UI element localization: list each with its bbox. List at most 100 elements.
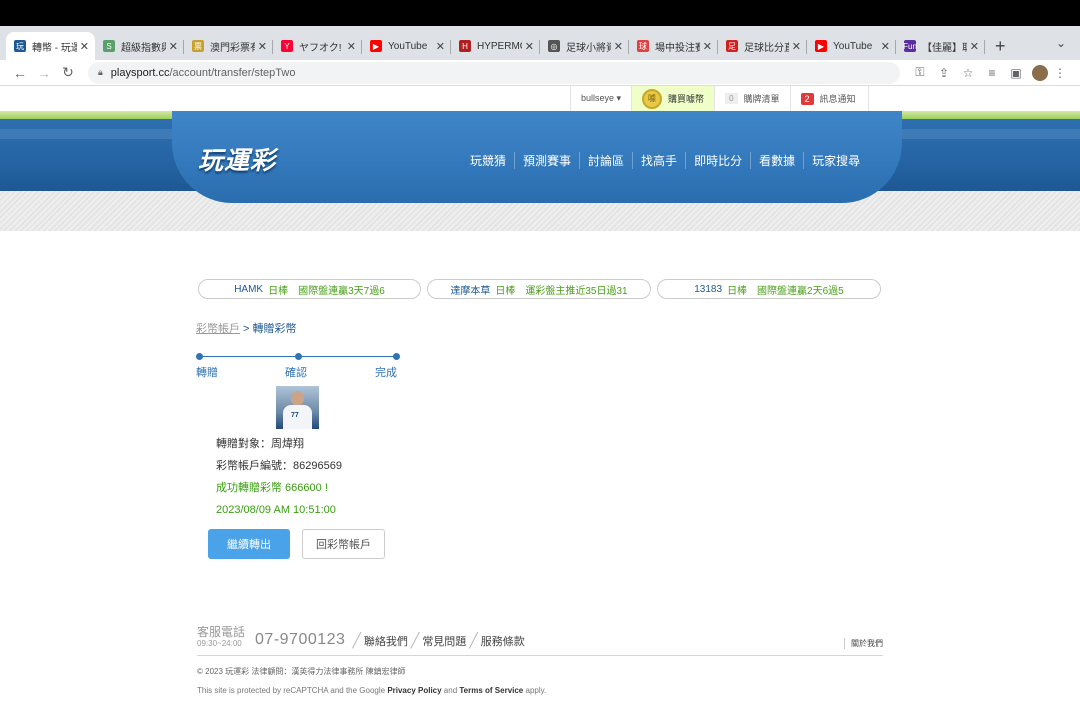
footer-link-about[interactable]: 關於我們 (844, 638, 883, 649)
tab-close-icon[interactable]: ✕ (80, 40, 89, 53)
nav-item[interactable]: 玩競猜 (462, 152, 514, 169)
forward-icon[interactable]: → (32, 65, 56, 81)
lock-icon[interactable]: 🔒︎ (98, 67, 103, 78)
tab-title: 足球比分直 (744, 42, 789, 54)
footer-link-terms[interactable]: 服務條款 (481, 633, 525, 649)
privacy-policy-link[interactable]: Privacy Policy (387, 686, 441, 695)
recipient-text: 轉贈對象：周煒翔 (216, 438, 304, 450)
ticker-item[interactable]: 達摩本草 日棒 運彩盤主推近35日過31 (427, 279, 651, 299)
transfer-content: 彩幣帳戶 > 轉贈彩幣 轉贈 確認 完成 77 轉贈對象：周煒翔 彩幣帳戶編號：… (196, 320, 896, 559)
tab-close-icon[interactable]: ✕ (881, 40, 890, 53)
recaptcha-notice: This site is protected by reCAPTCHA and … (197, 686, 547, 695)
more-menu-icon[interactable]: ⋮ (1048, 66, 1072, 80)
main-nav: 玩競猜 預測賽事 討論區 找高手 即時比分 看數據 玩家搜尋 (462, 152, 868, 169)
side-panel-icon[interactable]: ▣ (1004, 66, 1028, 80)
nav-item[interactable]: 看數據 (750, 152, 803, 169)
tab-close-icon[interactable]: ✕ (347, 40, 356, 53)
continue-transfer-button[interactable]: 繼續轉出 (208, 529, 290, 559)
browser-tab[interactable]: ◎ 足球小將資✕ (540, 32, 629, 60)
tab-title: 【佳麗】取 (922, 42, 967, 54)
tab-close-icon[interactable]: ✕ (436, 40, 445, 53)
notifications-button[interactable]: 2 訊息通知 (789, 86, 869, 111)
username-label: bullseye ▾ (581, 93, 622, 103)
terms-of-service-link[interactable]: Terms of Service (459, 686, 523, 695)
tab-close-icon[interactable]: ✕ (525, 40, 534, 53)
profile-avatar[interactable] (1032, 64, 1048, 81)
browser-tab[interactable]: ▶ YouTube ✕ (807, 32, 896, 60)
bookmark-star-icon[interactable]: ☆ (956, 66, 980, 80)
browser-tab[interactable]: Fun 【佳麗】取✕ (896, 32, 985, 60)
ticker-item[interactable]: 13183 日棒 國際盤連贏2天6過5 (657, 279, 881, 299)
ticker-item[interactable]: HAMK 日棒 國際盤連贏3天7過6 (198, 279, 421, 299)
tab-search-icon[interactable]: ⌄ (1056, 36, 1066, 50)
tab-title: YouTube (388, 40, 428, 52)
screen-top-bar (0, 0, 1080, 26)
key-icon[interactable]: ⚿ (908, 65, 932, 80)
tab-close-icon[interactable]: ✕ (970, 40, 979, 53)
account-number-text: 彩幣帳戶編號：86296569 (216, 460, 342, 472)
tab-close-icon[interactable]: ✕ (792, 40, 801, 53)
tab-title: 足球小將資 (566, 42, 611, 54)
breadcrumb-coin-account[interactable]: 彩幣帳戶 (196, 323, 240, 335)
nav-item[interactable]: 預測賽事 (514, 152, 579, 169)
ticker-player-name: 13183 (694, 283, 723, 295)
browser-tab[interactable]: 球場中投注賽✕ (629, 32, 718, 60)
site-logo[interactable]: 玩運彩 (198, 141, 276, 177)
browser-tab[interactable]: ▶ YouTube ✕ (362, 32, 451, 60)
tab-title: 轉幣 - 玩運 (32, 42, 77, 54)
browser-tab[interactable]: 玩轉幣 - 玩運 ✕ (6, 32, 95, 60)
tab-title: YouTube (833, 40, 873, 52)
ticker-player-name: HAMK (234, 283, 264, 295)
transfer-timestamp: 2023/08/09 AM 10:51:00 (216, 504, 336, 516)
step-dot-confirm (295, 353, 302, 360)
tab-favicon-icon: H (459, 40, 471, 52)
cart-button[interactable]: 0 購牌清單 (714, 86, 789, 111)
tab-favicon-icon: Fun (903, 40, 917, 52)
browser-tab[interactable]: S 超級指數與✕ (95, 32, 184, 60)
tab-title: 場中投注賽 (655, 42, 700, 54)
new-tab-button[interactable]: + (995, 32, 1006, 60)
footer-link-contact[interactable]: 聯絡我們 (364, 633, 408, 649)
tab-close-icon[interactable]: ✕ (169, 40, 178, 53)
tab-favicon-icon: Y (281, 40, 293, 52)
footer-link-faq[interactable]: 常見問題 (422, 633, 466, 649)
page-content: bullseye ▾ 噱 購買噱幣 0 購牌清單 2 訊息通知 玩運彩 玩競猜預… (0, 86, 1080, 701)
nav-item[interactable]: 找高手 (632, 152, 685, 169)
back-icon[interactable]: ← (8, 65, 32, 81)
notifications-label: 訊息通知 (819, 94, 856, 104)
service-hotline: 客服電話 09:30~24:00 (197, 626, 245, 649)
browser-tab[interactable]: H HYPERMO✕ (451, 32, 540, 60)
member-bar: bullseye ▾ 噱 購買噱幣 0 購牌清單 2 訊息通知 (0, 86, 1080, 111)
username-menu[interactable]: bullseye ▾ (570, 86, 631, 111)
tab-close-icon[interactable]: ✕ (258, 40, 267, 53)
browser-tab[interactable]: Y ヤフオク! ✕ (273, 32, 362, 60)
nav-item[interactable]: 即時比分 (685, 152, 750, 169)
url-field[interactable]: 🔒︎ playsport.cc/account/transfer/stepTwo (88, 61, 900, 84)
recipient-avatar: 77 (276, 386, 319, 429)
avatar-jersey-number: 77 (291, 412, 299, 419)
url-path: /account/transfer/stepTwo (169, 66, 296, 79)
tab-title: 超級指數與 (121, 42, 166, 54)
buy-coins-button[interactable]: 噱 購買噱幣 (631, 86, 715, 111)
progress-stepper: 轉贈 確認 完成 (196, 352, 400, 386)
footer-links-row: 客服電話 09:30~24:00 07-9700123 ╱ 聯絡我們 ╱ 常見問… (197, 626, 883, 656)
back-to-account-button[interactable]: 回彩幣帳戶 (302, 529, 385, 559)
browser-tab-strip: 玩轉幣 - 玩運✕S超級指數與✕票澳門彩票有✕Yヤフオク!✕▶YouTube✕H… (0, 26, 1080, 60)
reload-icon[interactable]: ↻ (56, 64, 80, 81)
nav-item[interactable]: 討論區 (579, 152, 632, 169)
nav-item[interactable]: 玩家搜尋 (803, 152, 868, 169)
browser-tab[interactable]: 票澳門彩票有✕ (184, 32, 273, 60)
tab-favicon-icon: 球 (637, 40, 649, 52)
tab-title: 澳門彩票有 (210, 42, 255, 54)
tab-favicon-icon: ▶ (370, 40, 382, 52)
tab-close-icon[interactable]: ✕ (614, 40, 623, 53)
reading-list-icon[interactable]: ≡ (980, 66, 1004, 80)
browser-tab[interactable]: 足足球比分直✕ (718, 32, 807, 60)
share-icon[interactable]: ⇪ (932, 66, 956, 80)
tab-favicon-icon: ▶ (815, 40, 827, 52)
tab-close-icon[interactable]: ✕ (703, 40, 712, 53)
ticker-record: 日棒 國際盤連贏2天6過5 (727, 285, 844, 297)
tab-favicon-icon: S (103, 40, 115, 52)
ticker-record: 日棒 國際盤連贏3天7過6 (268, 285, 385, 297)
coin-icon: 噱 (642, 88, 663, 109)
